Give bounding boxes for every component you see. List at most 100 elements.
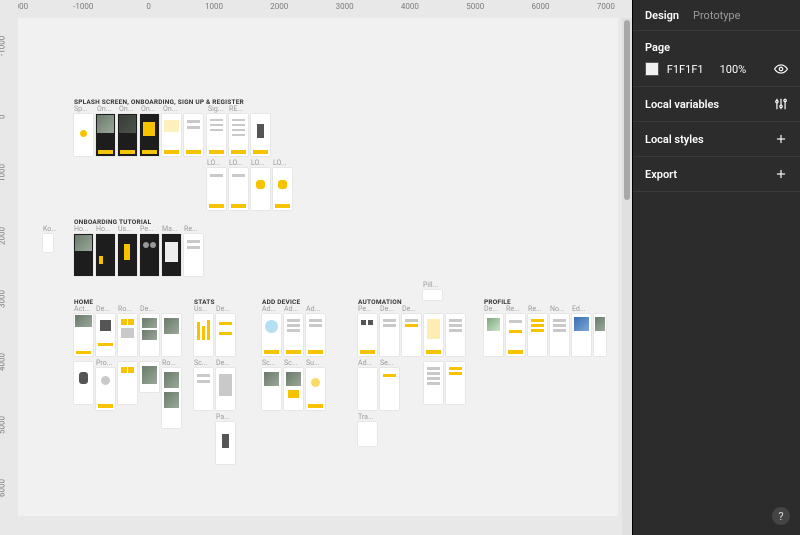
- frame[interactable]: [216, 368, 235, 410]
- frame[interactable]: [262, 368, 281, 410]
- frame-label: Su...: [306, 359, 320, 367]
- frame[interactable]: [118, 234, 137, 276]
- help-button[interactable]: ?: [772, 507, 790, 525]
- frame[interactable]: [273, 168, 292, 210]
- frame[interactable]: [402, 314, 421, 356]
- frame[interactable]: [96, 314, 115, 356]
- frame[interactable]: [184, 114, 203, 156]
- frame[interactable]: [506, 314, 525, 356]
- frame[interactable]: [423, 290, 442, 300]
- frame[interactable]: [207, 168, 226, 210]
- frame[interactable]: [528, 314, 547, 356]
- frame[interactable]: [162, 234, 181, 276]
- plus-icon[interactable]: [774, 132, 788, 146]
- ruler-tick: 3000: [336, 2, 354, 11]
- page-fill-swatch[interactable]: [645, 62, 659, 76]
- frame[interactable]: [43, 234, 53, 252]
- frame[interactable]: [96, 114, 115, 156]
- local-styles-label: Local styles: [645, 133, 704, 146]
- ruler-tick: 4000: [401, 2, 419, 11]
- frame[interactable]: [118, 114, 137, 156]
- frame-label: Us...: [194, 305, 208, 313]
- sliders-icon[interactable]: [774, 97, 788, 111]
- frame[interactable]: [424, 362, 443, 404]
- export-section[interactable]: Export: [633, 157, 800, 192]
- frame[interactable]: [594, 314, 606, 356]
- frame[interactable]: [446, 362, 465, 404]
- local-variables-section[interactable]: Local variables: [633, 87, 800, 122]
- frame-label: Re...: [506, 305, 520, 313]
- frame[interactable]: [140, 314, 159, 356]
- frame-label: Sp...: [74, 105, 88, 113]
- eye-icon[interactable]: [774, 62, 788, 76]
- plus-icon[interactable]: [774, 167, 788, 181]
- frame[interactable]: [251, 114, 270, 156]
- frame[interactable]: [262, 314, 281, 356]
- frame-label: Ad...: [284, 305, 298, 313]
- frame[interactable]: [550, 314, 569, 356]
- page-zoom-value[interactable]: 100%: [720, 63, 747, 76]
- tab-design[interactable]: Design: [645, 9, 679, 22]
- frame[interactable]: [162, 314, 181, 356]
- frame[interactable]: [216, 422, 235, 464]
- frame[interactable]: [229, 114, 248, 156]
- canvas[interactable]: -2000-100001000200030004000500060007000 …: [0, 0, 632, 535]
- tab-prototype[interactable]: Prototype: [693, 9, 740, 22]
- frame-label: Sc...: [194, 359, 207, 367]
- frame-label: Sc...: [262, 359, 275, 367]
- help-icon: ?: [778, 510, 783, 523]
- frame[interactable]: [284, 314, 303, 356]
- ruler-horizontal: -2000-100001000200030004000500060007000: [18, 0, 632, 18]
- frame[interactable]: [96, 234, 115, 276]
- frame[interactable]: [358, 314, 377, 356]
- frame[interactable]: [96, 368, 115, 410]
- frame[interactable]: [358, 422, 377, 446]
- frame[interactable]: [251, 168, 270, 210]
- frame[interactable]: [140, 114, 159, 156]
- frame[interactable]: [484, 314, 503, 356]
- frame[interactable]: [380, 368, 399, 410]
- frame-label: De...: [402, 305, 416, 313]
- page-heading: Page: [645, 41, 788, 54]
- frame[interactable]: [424, 314, 443, 356]
- frame-label: On...: [163, 105, 177, 113]
- frame[interactable]: [284, 368, 303, 410]
- ruler-tick: 2000: [270, 2, 288, 11]
- frame[interactable]: [572, 314, 591, 356]
- ruler-tick: 2000: [0, 227, 7, 245]
- scrollbar-vertical[interactable]: [622, 18, 632, 535]
- scrollbar-thumb[interactable]: [624, 20, 630, 200]
- frame[interactable]: [184, 234, 203, 276]
- frame[interactable]: [74, 362, 93, 404]
- frame[interactable]: [162, 368, 181, 428]
- frame[interactable]: [229, 168, 248, 210]
- frame[interactable]: [194, 314, 213, 356]
- frame[interactable]: [194, 368, 213, 410]
- frame-label: Re...: [184, 225, 198, 233]
- frame[interactable]: [162, 114, 181, 156]
- frame[interactable]: [306, 314, 325, 356]
- local-styles-section[interactable]: Local styles: [633, 122, 800, 157]
- local-variables-label: Local variables: [645, 98, 719, 111]
- canvas-viewport[interactable]: SPLASH SCREEN, ONBOARDING, SIGN UP & REG…: [18, 18, 632, 535]
- frame[interactable]: [118, 362, 137, 404]
- frame[interactable]: [358, 368, 377, 410]
- panel-tabs: Design Prototype: [633, 0, 800, 31]
- frame[interactable]: [118, 314, 137, 356]
- frame[interactable]: [216, 314, 235, 356]
- frame[interactable]: [380, 314, 399, 356]
- frame-label: Ad...: [262, 305, 276, 313]
- page-fill-value[interactable]: F1F1F1: [667, 63, 704, 76]
- frame[interactable]: [140, 362, 159, 392]
- ruler-tick: 0: [146, 2, 151, 11]
- frame[interactable]: [74, 114, 93, 156]
- frame[interactable]: [140, 234, 159, 276]
- frame-label: Pe...: [140, 225, 154, 233]
- frame[interactable]: [74, 234, 93, 276]
- frame[interactable]: [446, 314, 465, 356]
- frame[interactable]: [207, 114, 226, 156]
- frame-label: Act...: [74, 305, 90, 313]
- frame[interactable]: [306, 368, 325, 410]
- frame[interactable]: [74, 314, 93, 356]
- frame-label: Ho...: [74, 225, 89, 233]
